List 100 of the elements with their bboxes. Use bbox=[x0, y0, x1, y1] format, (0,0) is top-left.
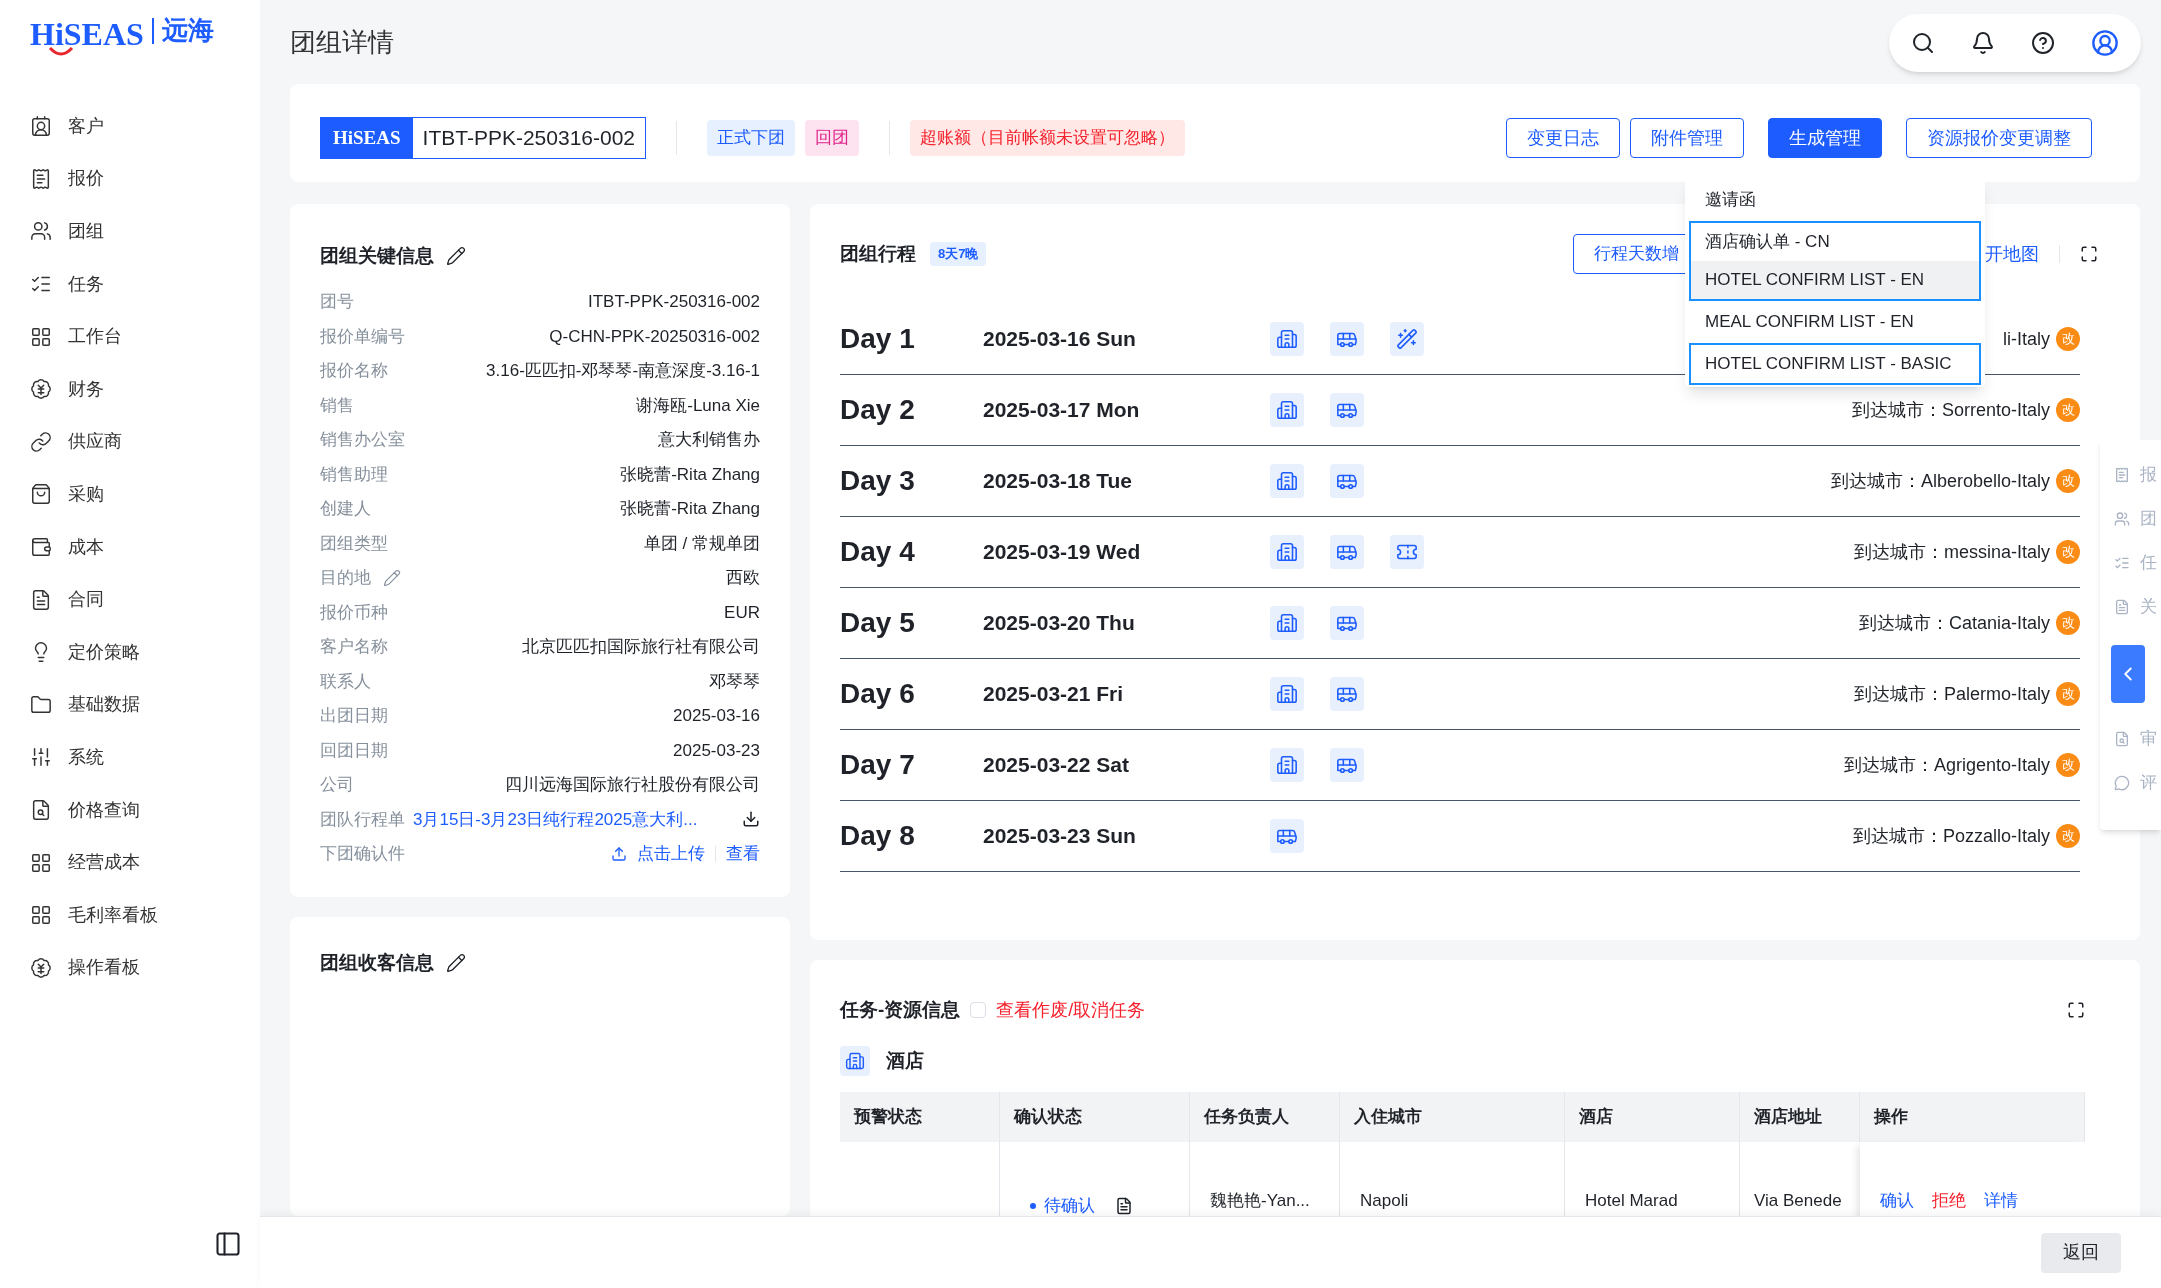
checklist-icon bbox=[2114, 555, 2130, 571]
link-icon bbox=[30, 430, 52, 453]
bus-icon[interactable] bbox=[1330, 535, 1364, 569]
column-header: 任务负责人 bbox=[1190, 1092, 1340, 1142]
contact-icon bbox=[30, 115, 52, 138]
sidebar-item[interactable]: 成本 bbox=[0, 520, 260, 574]
document-icon[interactable] bbox=[1115, 1197, 1133, 1215]
menu-item[interactable]: HOTEL CONFIRM LIST - EN bbox=[1691, 261, 1979, 299]
map-link[interactable]: 开地图 bbox=[1985, 240, 2039, 268]
building-icon[interactable] bbox=[1270, 464, 1304, 498]
bus-icon[interactable] bbox=[1330, 322, 1364, 356]
bus-icon[interactable] bbox=[1330, 606, 1364, 640]
arrival-city: 到达城市：Agrigento-Italy bbox=[1843, 753, 2050, 777]
expand-icon[interactable] bbox=[2067, 1001, 2085, 1019]
sidebar-item[interactable]: 操作看板 bbox=[0, 941, 260, 995]
sidebar-item[interactable]: 财务 bbox=[0, 362, 260, 416]
action-link[interactable]: 确认 bbox=[1880, 1188, 1914, 1214]
building-icon[interactable] bbox=[1270, 322, 1304, 356]
sidebar-item[interactable]: 系统 bbox=[0, 731, 260, 784]
status-tag: 正式下团 bbox=[707, 120, 796, 156]
sidebar-item[interactable]: 定价策略 bbox=[0, 625, 260, 679]
file-link[interactable]: 3月15日-3月23日纯行程2025意大利... bbox=[413, 806, 698, 832]
view-link[interactable]: 查看 bbox=[726, 841, 760, 867]
bus-icon[interactable] bbox=[1330, 677, 1364, 711]
field-label: 公司 bbox=[320, 774, 354, 796]
sidebar-item[interactable]: 工作台 bbox=[0, 310, 260, 363]
day-label: Day 5 bbox=[840, 606, 916, 640]
arrival-city: li-Italy bbox=[2003, 327, 2050, 351]
expand-icon[interactable] bbox=[2080, 245, 2098, 263]
arrival-city: 到达城市：Alberobello-Italy bbox=[1830, 469, 2050, 493]
section-title: 团组行程 bbox=[840, 241, 916, 266]
arrival-city: 到达城市：Pozzallo-Italy bbox=[1852, 824, 2050, 848]
menu-item[interactable]: MEAL CONFIRM LIST - EN bbox=[1691, 303, 1979, 341]
bus-icon[interactable] bbox=[1270, 819, 1304, 853]
menu-item[interactable]: 邀请函 bbox=[1691, 181, 1979, 219]
sidebar-item[interactable]: 基础数据 bbox=[0, 678, 260, 732]
checkbox-label[interactable]: 查看作废/取消任务 bbox=[996, 996, 1146, 1024]
sidebar-item[interactable]: 经营成本 bbox=[0, 836, 260, 889]
search-icon[interactable] bbox=[1911, 31, 1935, 55]
sidebar-item[interactable]: 任务 bbox=[0, 257, 260, 311]
bus-icon[interactable] bbox=[1330, 748, 1364, 782]
field-value: 张晓蕾-Rita Zhang bbox=[620, 463, 760, 486]
building-icon[interactable] bbox=[1270, 535, 1304, 569]
grid-icon bbox=[30, 851, 52, 874]
action-button[interactable]: 生成管理 bbox=[1768, 118, 1882, 158]
field-value: 张晓蕾-Rita Zhang bbox=[620, 498, 760, 520]
bus-icon[interactable] bbox=[1330, 393, 1364, 427]
edit-icon[interactable] bbox=[446, 246, 466, 267]
download-icon[interactable] bbox=[742, 810, 760, 829]
upload-icon[interactable] bbox=[611, 845, 627, 862]
arrival-city: 到达城市：Palermo-Italy bbox=[1853, 682, 2050, 706]
arrival-city: 到达城市：Catania-Italy bbox=[1858, 611, 2050, 635]
chat-icon bbox=[2114, 775, 2130, 791]
status-tag: 回团 bbox=[805, 120, 860, 156]
action-button[interactable]: 变更日志 bbox=[1506, 118, 1620, 158]
ticket-icon[interactable] bbox=[1390, 535, 1424, 569]
upload-link[interactable]: 点击上传 bbox=[637, 841, 705, 867]
arrival-city: 到达城市：messina-Italy bbox=[1853, 540, 2050, 564]
building-icon[interactable] bbox=[1270, 677, 1304, 711]
field-label: 出团日期 bbox=[320, 705, 388, 727]
sidebar-item[interactable]: 报价 bbox=[0, 152, 260, 206]
building-icon[interactable] bbox=[1270, 748, 1304, 782]
user-avatar-icon[interactable] bbox=[2091, 29, 2119, 57]
field-label: 团队行程单 bbox=[320, 808, 405, 831]
building-icon[interactable] bbox=[1270, 606, 1304, 640]
action-link[interactable]: 拒绝 bbox=[1932, 1188, 1966, 1214]
sidebar-item[interactable]: 价格查询 bbox=[0, 783, 260, 837]
receipt-icon bbox=[30, 167, 52, 190]
edit-icon[interactable] bbox=[446, 953, 466, 974]
field-label: 回团日期 bbox=[320, 739, 388, 762]
action-link[interactable]: 详情 bbox=[1984, 1188, 2018, 1214]
sparkle-wand-icon[interactable] bbox=[1390, 322, 1424, 356]
brand-logo: HiSEAS bbox=[321, 118, 413, 158]
action-button[interactable]: 资源报价变更调整 bbox=[1906, 118, 2092, 158]
sidebar-item[interactable]: 合同 bbox=[0, 573, 260, 626]
day-label: Day 7 bbox=[840, 748, 916, 782]
menu-item[interactable]: HOTEL CONFIRM LIST - BASIC bbox=[1691, 345, 1979, 383]
notification-icon[interactable] bbox=[1971, 31, 1995, 55]
receipt-icon bbox=[2114, 467, 2130, 483]
sidebar-item[interactable]: 毛利率看板 bbox=[0, 888, 260, 942]
back-button[interactable]: 返回 bbox=[2041, 1232, 2121, 1273]
collapse-button[interactable] bbox=[2111, 645, 2145, 703]
building-icon[interactable] bbox=[1270, 393, 1304, 427]
bus-icon[interactable] bbox=[1330, 464, 1364, 498]
action-button[interactable]: 附件管理 bbox=[1630, 118, 1744, 158]
sidebar-item[interactable]: 团组 bbox=[0, 205, 260, 258]
field-label: 联系人 bbox=[320, 670, 371, 693]
field-value: 3.16-匹匹扣-邓琴琴-南意深度-3.16-1 bbox=[486, 360, 760, 382]
sidebar-item[interactable]: 客户 bbox=[0, 100, 260, 153]
sidebar-item[interactable]: 采购 bbox=[0, 468, 260, 521]
field-value: 四川远海国际旅行社股份有限公司 bbox=[505, 774, 760, 796]
sidebar-item[interactable]: 供应商 bbox=[0, 415, 260, 469]
column-header: 操作 bbox=[1860, 1092, 2085, 1142]
help-icon[interactable] bbox=[2031, 31, 2055, 55]
checkbox[interactable] bbox=[970, 1002, 987, 1018]
group-number-field: HiSEAS ITBT-PPK-250316-002 bbox=[320, 117, 647, 159]
status-text: 待确认 bbox=[1044, 1195, 1095, 1216]
sidebar-toggle-icon[interactable] bbox=[214, 1230, 242, 1258]
day-label: Day 6 bbox=[840, 677, 916, 711]
page-title: 团组详情 bbox=[290, 25, 394, 59]
